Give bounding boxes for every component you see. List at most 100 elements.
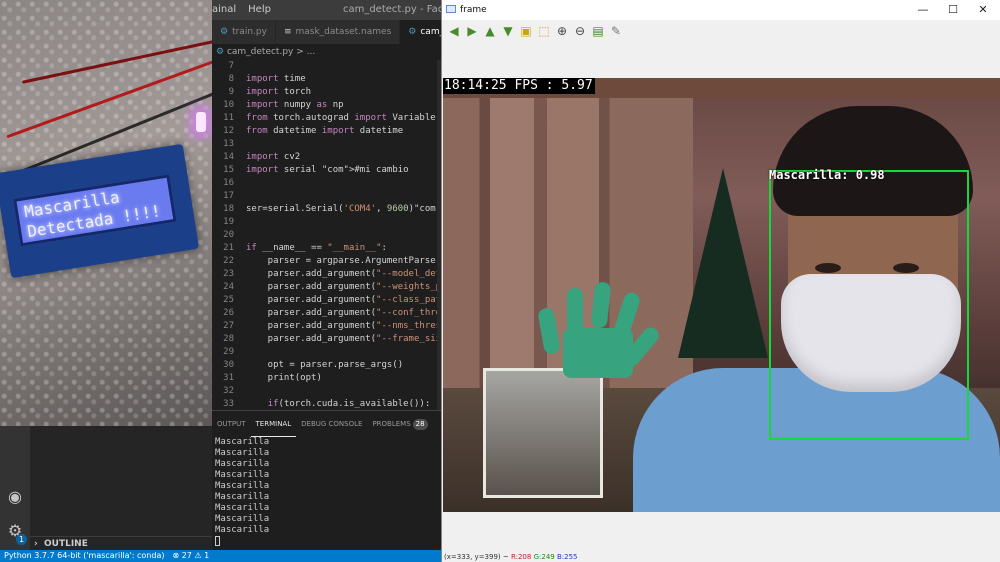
image-icon[interactable]: ▣ bbox=[518, 23, 534, 39]
code-line[interactable]: 24 parser.add_argument("--weights_path bbox=[212, 281, 441, 294]
code-text: parser.add_argument("--conf_thres", bbox=[246, 308, 441, 318]
code-line[interactable]: 31 print(opt) bbox=[212, 372, 441, 385]
code-line[interactable]: 8 import time bbox=[212, 73, 441, 86]
code-line[interactable]: 10 import numpy as np bbox=[212, 99, 441, 112]
account-icon[interactable]: ◉ bbox=[6, 488, 24, 506]
terminal-line: Mascarilla bbox=[215, 503, 270, 513]
code-line[interactable]: 16 bbox=[212, 177, 441, 190]
properties-icon[interactable]: ✎ bbox=[608, 23, 624, 39]
tab-cam-detect[interactable]: ⚙cam_d bbox=[400, 20, 441, 44]
code-line[interactable]: 18 ser=serial.Serial('COM4', 9600)"com">#… bbox=[212, 203, 441, 216]
code-line[interactable]: 28 parser.add_argument("--frame_size", bbox=[212, 333, 441, 346]
code-line[interactable]: 9 import torch bbox=[212, 86, 441, 99]
line-number: 23 bbox=[223, 269, 234, 279]
line-number: 25 bbox=[223, 295, 234, 305]
line-number: 12 bbox=[223, 126, 234, 136]
code-line[interactable]: 12 from datetime import datetime bbox=[212, 125, 441, 138]
lcd-photo: Mascarilla Detectada !!!! bbox=[0, 0, 212, 426]
tab-debug-console[interactable]: DEBUG CONSOLE bbox=[296, 412, 367, 436]
line-number: 10 bbox=[223, 100, 234, 110]
terminal-line: Mascarilla bbox=[215, 525, 270, 535]
code-line[interactable]: 29 bbox=[212, 346, 441, 359]
code-line[interactable]: 30 opt = parser.parse_args() bbox=[212, 359, 441, 372]
menu-help[interactable]: Help bbox=[242, 0, 277, 20]
code-line[interactable]: 15 import serial "com">#mi cambio bbox=[212, 164, 441, 177]
code-line[interactable]: 33 if(torch.cuda.is_available()): bbox=[212, 398, 441, 410]
save-icon[interactable]: ▤ bbox=[590, 23, 606, 39]
chevron-right-icon: › bbox=[34, 539, 38, 549]
code-text: ser=serial.Serial('COM4', 9600)"com">##m… bbox=[246, 204, 441, 214]
zoom-in-icon[interactable]: ⊕ bbox=[554, 23, 570, 39]
arrow-down-icon[interactable]: ▼ bbox=[500, 23, 516, 39]
line-number: 24 bbox=[223, 282, 234, 292]
zoom-fit-icon[interactable]: ⬚ bbox=[536, 23, 552, 39]
problems-indicator[interactable]: ⊗ 27 ⚠ 1 bbox=[168, 550, 213, 562]
pixel-coords: (x=333, y=399) ~ bbox=[444, 553, 511, 561]
line-number: 22 bbox=[223, 256, 234, 266]
menu-terminal[interactable]: ainal bbox=[212, 0, 242, 20]
menubar: ainalHelp cam_detect.py - Face-M bbox=[212, 0, 441, 20]
terminal-line: Mascarilla bbox=[215, 481, 270, 491]
code-line[interactable]: 7 bbox=[212, 60, 441, 73]
python-interpreter[interactable]: Python 3.7.7 64-bit ('mascarilla': conda… bbox=[0, 550, 168, 562]
code-line[interactable]: 21 if __name__ == "__main__": bbox=[212, 242, 441, 255]
code-line[interactable]: 17 bbox=[212, 190, 441, 203]
lcd-screen: Mascarilla Detectada !!!! bbox=[13, 174, 177, 247]
line-number: 15 bbox=[223, 165, 234, 175]
code-line[interactable]: 25 parser.add_argument("--class_path", bbox=[212, 294, 441, 307]
arrow-right-icon[interactable]: ▶ bbox=[464, 23, 480, 39]
tab-mask-dataset[interactable]: ≡ mask_dataset.names bbox=[275, 20, 401, 44]
line-number: 32 bbox=[223, 386, 234, 396]
code-text: import numpy as np bbox=[246, 100, 344, 110]
line-number: 11 bbox=[223, 113, 234, 123]
activity-bar: ◉ ⚙ 1 bbox=[0, 426, 30, 550]
code-line[interactable]: 32 bbox=[212, 385, 441, 398]
terminal-line: Mascarilla bbox=[215, 514, 270, 524]
config-icon: ≡ bbox=[283, 27, 292, 37]
camera-image[interactable]: Mascarilla: 0.98 bbox=[443, 78, 1000, 512]
code-line[interactable]: 26 parser.add_argument("--conf_thres", bbox=[212, 307, 441, 320]
code-line[interactable]: 13 bbox=[212, 138, 441, 151]
python-icon: ⚙ bbox=[220, 27, 229, 37]
arrow-up-icon[interactable]: ▲ bbox=[482, 23, 498, 39]
frame-titlebar[interactable]: frame — ☐ ✕ bbox=[442, 0, 1000, 20]
bottom-panel: OUTPUT TERMINAL DEBUG CONSOLE PROBLEMS 28 Ma… bbox=[212, 410, 441, 550]
minimize-button[interactable]: — bbox=[908, 0, 938, 20]
line-number: 31 bbox=[223, 373, 234, 383]
arrow-left-icon[interactable]: ◀ bbox=[446, 23, 462, 39]
maximize-button[interactable]: ☐ bbox=[938, 0, 968, 20]
code-line[interactable]: 20 bbox=[212, 229, 441, 242]
pixel-b: B:255 bbox=[556, 553, 578, 561]
terminal-cursor-line bbox=[215, 536, 441, 547]
code-line[interactable]: 19 bbox=[212, 216, 441, 229]
code-text: import serial "com">#mi cambio bbox=[246, 165, 409, 175]
code-line[interactable]: 22 parser = argparse.ArgumentParser() bbox=[212, 255, 441, 268]
outline-section-header[interactable]: › OUTLINE bbox=[30, 536, 212, 550]
code-editor[interactable]: 7 8 import time 9 import torch 10 import numpy… bbox=[212, 60, 441, 410]
tab-terminal[interactable]: TERMINAL bbox=[250, 412, 297, 437]
close-button[interactable]: ✕ bbox=[968, 0, 998, 20]
tab-train[interactable]: ⚙ train.py bbox=[212, 20, 276, 44]
status-bar: Python 3.7.7 64-bit ('mascarilla': conda… bbox=[0, 550, 441, 562]
led-light bbox=[196, 112, 206, 132]
tab-problems[interactable]: PROBLEMS 28 bbox=[367, 412, 432, 436]
christmas-tree bbox=[678, 168, 768, 358]
zoom-out-icon[interactable]: ⊖ bbox=[572, 23, 588, 39]
code-line[interactable]: 27 parser.add_argument("--nms_thres", bbox=[212, 320, 441, 333]
code-text: from datetime import datetime bbox=[246, 126, 404, 136]
outline-label: OUTLINE bbox=[44, 539, 88, 549]
code-text: opt = parser.parse_args() bbox=[246, 360, 404, 370]
settings-badge: 1 bbox=[16, 534, 27, 545]
tab-output[interactable]: OUTPUT bbox=[212, 412, 251, 436]
python-icon: ⚙ bbox=[408, 27, 417, 37]
code-line[interactable]: 14 import cv2 bbox=[212, 151, 441, 164]
breadcrumb[interactable]: ⚙ cam_detect.py > ... bbox=[212, 44, 441, 60]
terminal[interactable]: Mascarilla Mascarilla Mascarilla Mascarilla… bbox=[212, 437, 441, 547]
line-number: 9 bbox=[228, 87, 234, 97]
code-line[interactable]: 23 parser.add_argument("--model_def", bbox=[212, 268, 441, 281]
code-text: parser.add_argument("--nms_thres", bbox=[246, 321, 441, 331]
code-line[interactable]: 11 from torch.autograd import Variable bbox=[212, 112, 441, 125]
line-number: 19 bbox=[223, 217, 234, 227]
line-number: 7 bbox=[228, 61, 234, 71]
frame-title: frame bbox=[460, 5, 487, 15]
